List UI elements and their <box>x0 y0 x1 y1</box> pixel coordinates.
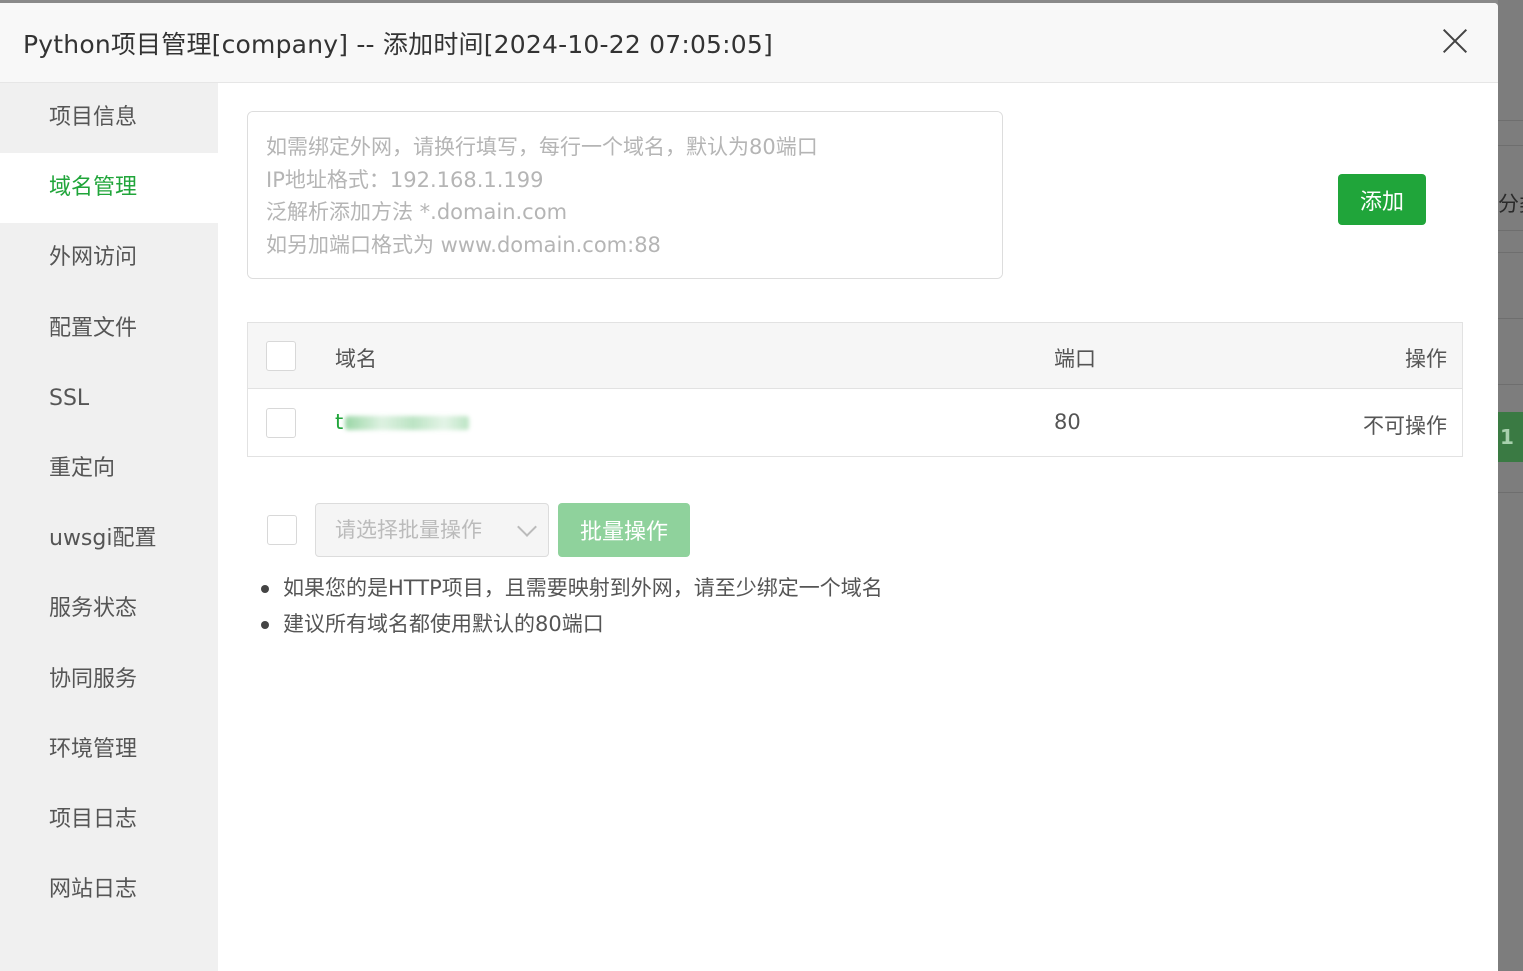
header-action: 操作 <box>1405 347 1447 371</box>
batch-operation-button[interactable]: 批量操作 <box>558 503 690 557</box>
sidebar-item-redirect[interactable]: 重定向 <box>0 434 218 504</box>
sidebar-item-project-log[interactable]: 项目日志 <box>0 785 218 855</box>
chevron-down-icon <box>517 517 537 537</box>
batch-select-placeholder: 请选择批量操作 <box>335 518 482 542</box>
sidebar-item-collab-service[interactable]: 协同服务 <box>0 645 218 715</box>
domain-input[interactable] <box>247 111 1003 279</box>
domain-panel: 添加 域名 端口 操作 t 80 不可操作 请选择批量操作 批量操作 <box>218 83 1498 971</box>
sidebar-item-project-info[interactable]: 项目信息 <box>0 83 218 153</box>
sidebar-item-external-access[interactable]: 外网访问 <box>0 223 218 293</box>
sidebar-item-env-management[interactable]: 环境管理 <box>0 715 218 785</box>
tip-item: 建议所有域名都使用默认的80端口 <box>261 606 883 642</box>
select-all-checkbox[interactable] <box>266 341 296 371</box>
bg-divider <box>1498 145 1523 146</box>
bg-divider <box>1498 492 1523 493</box>
bg-divider <box>1498 318 1523 319</box>
table-header: 域名 端口 操作 <box>248 323 1462 389</box>
sidebar-item-config-file[interactable]: 配置文件 <box>0 294 218 364</box>
sidebar-item-uwsgi-config[interactable]: uwsgi配置 <box>0 504 218 574</box>
bg-partial-text: 分类 <box>1498 192 1523 216</box>
table-row: t 80 不可操作 <box>248 389 1462 456</box>
bg-divider <box>1498 230 1523 231</box>
domain-text: t <box>335 410 344 434</box>
row-checkbox[interactable] <box>266 408 296 438</box>
sidebar-item-domain-management[interactable]: 域名管理 <box>0 153 218 224</box>
project-dialog: Python项目管理[company] -- 添加时间[2024-10-22 0… <box>0 3 1498 971</box>
background-page: 分类 1 <box>1498 0 1523 971</box>
sidebar-item-site-log[interactable]: 网站日志 <box>0 855 218 925</box>
batch-select-checkbox[interactable] <box>267 515 297 545</box>
add-domain-button[interactable]: 添加 <box>1338 174 1426 225</box>
sidebar: 项目信息 域名管理 外网访问 配置文件 SSL 重定向 uwsgi配置 服务状态… <box>0 83 218 971</box>
bg-divider <box>1498 384 1523 385</box>
domain-table: 域名 端口 操作 t 80 不可操作 <box>247 322 1463 457</box>
header-domain: 域名 <box>335 347 377 371</box>
tips-list: 如果您的是HTTP项目，且需要映射到外网，请至少绑定一个域名 建议所有域名都使用… <box>261 570 883 642</box>
dialog-header: Python项目管理[company] -- 添加时间[2024-10-22 0… <box>0 3 1498 83</box>
tip-item: 如果您的是HTTP项目，且需要映射到外网，请至少绑定一个域名 <box>261 570 883 606</box>
bg-partial-badge: 1 <box>1498 412 1523 462</box>
domain-cell: t <box>335 410 470 434</box>
close-icon[interactable] <box>1440 25 1470 55</box>
sidebar-item-service-status[interactable]: 服务状态 <box>0 574 218 644</box>
port-cell: 80 <box>1054 410 1081 434</box>
bg-divider <box>1498 120 1523 121</box>
domain-link[interactable]: t <box>335 410 470 434</box>
redacted-domain <box>345 416 470 430</box>
dialog-title: Python项目管理[company] -- 添加时间[2024-10-22 0… <box>23 30 773 59</box>
sidebar-item-ssl[interactable]: SSL <box>0 364 218 434</box>
batch-operation-select[interactable]: 请选择批量操作 <box>315 503 549 557</box>
action-cell: 不可操作 <box>1363 414 1447 438</box>
header-port: 端口 <box>1054 347 1096 371</box>
bg-divider <box>1498 252 1523 253</box>
